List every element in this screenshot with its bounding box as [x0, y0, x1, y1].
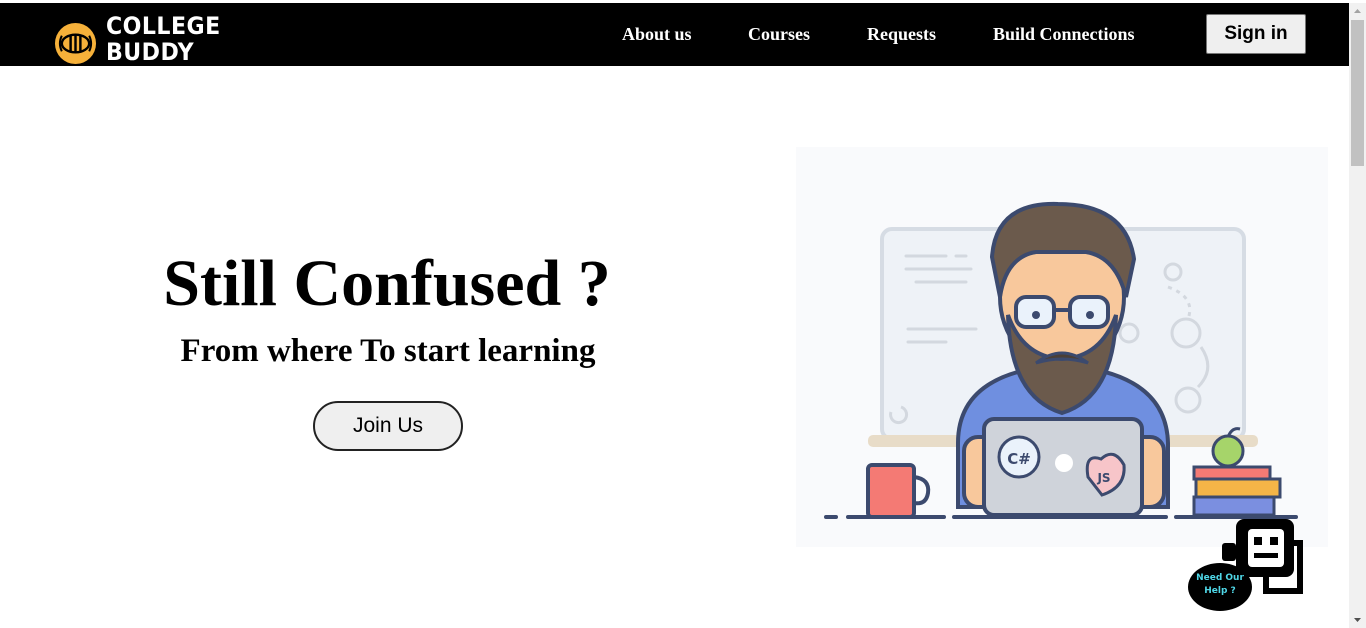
chatbot-launcher[interactable]: Need Our Help ? — [1188, 515, 1306, 611]
help-line1: Need Our — [1196, 573, 1244, 583]
hero-subtitle: From where To start learning — [180, 333, 596, 369]
vertical-scrollbar[interactable] — [1349, 3, 1366, 628]
scroll-up-arrow-icon[interactable] — [1349, 3, 1366, 20]
brand-name-line2: BUDDY — [106, 38, 195, 66]
developer-illustration: C# JS — [796, 147, 1328, 547]
need-help-bubble[interactable]: Need Our Help ? — [1188, 563, 1252, 611]
help-line2: Help ? — [1204, 586, 1236, 596]
nav-build-connections[interactable]: Build Connections — [993, 24, 1135, 45]
brand-name: COLLEGE BUDDY — [106, 13, 221, 65]
sign-in-button[interactable]: Sign in — [1206, 14, 1306, 54]
nav-requests[interactable]: Requests — [867, 24, 936, 45]
laptop-js-badge: JS — [1096, 471, 1110, 485]
navbar: COLLEGE BUDDY About us Courses Requests … — [0, 3, 1349, 66]
scroll-down-arrow-icon[interactable] — [1349, 611, 1366, 628]
scroll-thumb[interactable] — [1351, 20, 1364, 166]
join-us-button[interactable]: Join Us — [313, 401, 463, 451]
bee-icon — [54, 22, 97, 65]
hero-title: Still Confused ? — [163, 247, 611, 320]
nav-courses[interactable]: Courses — [748, 24, 810, 45]
nav-about-us[interactable]: About us — [622, 24, 692, 45]
brand-name-line1: COLLEGE — [106, 12, 221, 40]
laptop-csharp-badge: C# — [1007, 450, 1031, 468]
brand-logo[interactable]: COLLEGE BUDDY — [54, 11, 224, 65]
